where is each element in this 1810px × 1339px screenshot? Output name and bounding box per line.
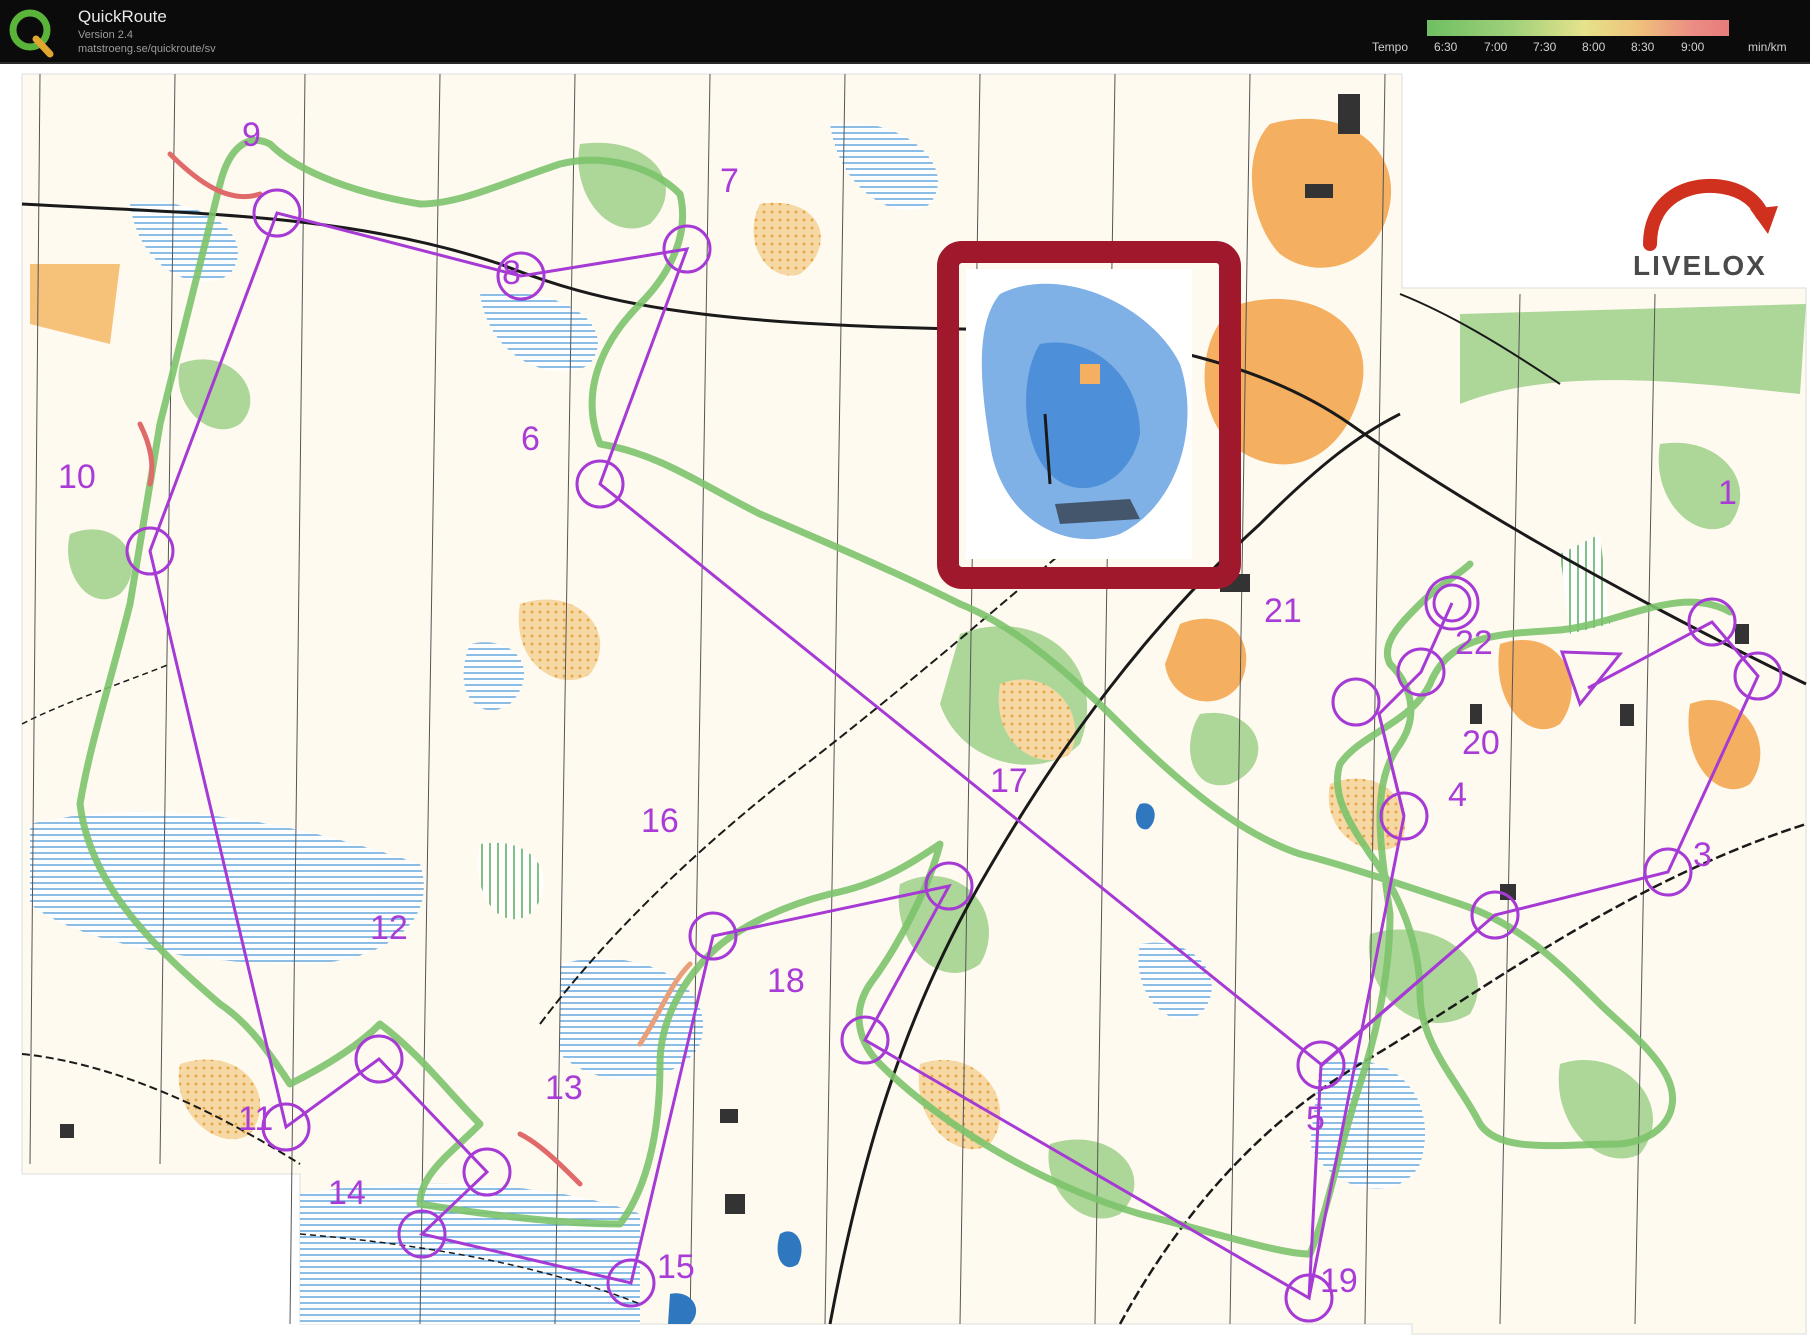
control-label: 16 [641,802,679,840]
livelox-brand-text: LIVELOX [1633,250,1767,281]
control-label: 7 [720,162,739,200]
orienteering-map[interactable]: 1 3 4 5 6 7 8 9 10 11 12 13 14 15 16 17 … [0,64,1810,1339]
map-canvas[interactable] [0,64,1810,1339]
control-label: 9 [242,116,261,154]
control-label: 8 [502,254,521,292]
control-label: 12 [370,909,408,947]
control-label: 5 [1306,1100,1325,1138]
control-label: 10 [58,458,96,496]
control-label: 14 [328,1174,366,1212]
control-label: 22 [1455,624,1493,662]
control-label: 1 [1718,474,1737,512]
app-url: matstroeng.se/quickroute/sv [78,43,216,55]
tempo-tick: 8:30 [1631,40,1655,54]
app-title: QuickRoute [78,7,167,26]
tempo-tick: 6:30 [1434,40,1458,54]
control-label: 4 [1448,776,1467,814]
control-label: 19 [1320,1262,1358,1300]
control-label: 20 [1462,724,1500,762]
control-label: 18 [767,962,805,1000]
control-label: 21 [1264,592,1302,630]
tempo-tick: 9:00 [1681,40,1705,54]
control-label: 11 [238,1100,274,1138]
control-label: 6 [521,420,540,458]
control-label: 13 [545,1069,583,1107]
tempo-unit: min/km [1748,40,1787,54]
tempo-tick: 7:00 [1484,40,1508,54]
tempo-tick: 8:00 [1582,40,1606,54]
quickroute-logo-icon [9,9,54,58]
control-label: 3 [1693,836,1712,874]
control-label: 15 [657,1248,695,1286]
control-label: 17 [990,762,1028,800]
tempo-label: Tempo [1372,40,1409,54]
title-bar: QuickRoute Version 2.4 matstroeng.se/qui… [0,0,1810,64]
tempo-tick: 7:30 [1533,40,1557,54]
highlight-area [937,241,1241,589]
tempo-color-scale [1427,20,1729,36]
app-version: Version 2.4 [78,29,134,41]
